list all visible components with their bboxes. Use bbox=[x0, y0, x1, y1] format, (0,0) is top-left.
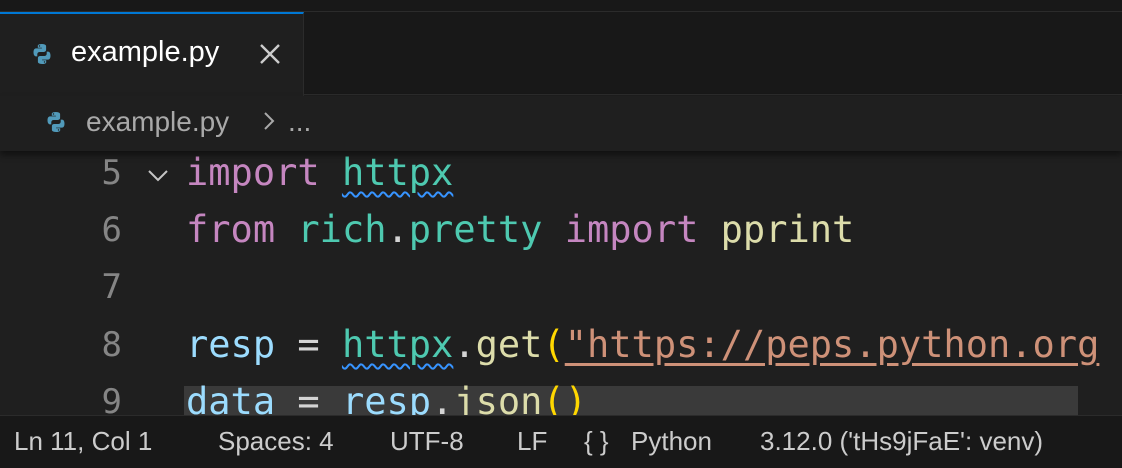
encoding[interactable]: UTF-8 bbox=[390, 426, 464, 457]
code-line[interactable]: 6 from rich.pretty import pprint bbox=[0, 208, 1122, 265]
line-number: 7 bbox=[101, 267, 122, 307]
code-text: from rich.pretty import pprint bbox=[186, 208, 855, 251]
breadcrumb: example.py ... bbox=[0, 96, 1122, 151]
code-line[interactable]: 9 data = resp.json() bbox=[0, 380, 1122, 415]
close-icon[interactable] bbox=[256, 40, 284, 68]
tab-example-py[interactable]: example.py bbox=[0, 12, 304, 96]
language-mode[interactable]: Python bbox=[631, 426, 712, 457]
python-icon bbox=[47, 112, 65, 132]
tab-label: example.py bbox=[71, 36, 220, 68]
breadcrumb-more[interactable]: ... bbox=[288, 106, 311, 138]
chevron-right-icon bbox=[264, 112, 275, 130]
line-number: 9 bbox=[101, 382, 122, 415]
language-icon[interactable]: { } bbox=[584, 426, 609, 457]
code-editor[interactable]: 5 import httpx 6 from rich.pretty import… bbox=[0, 151, 1122, 415]
status-bar: Ln 11, Col 1 Spaces: 4 UTF-8 LF { } Pyth… bbox=[0, 415, 1122, 468]
python-interpreter[interactable]: 3.12.0 ('tHs9jFaE': venv) bbox=[760, 426, 1043, 457]
tab-bar: example.py bbox=[0, 0, 1122, 96]
code-line[interactable]: 5 import httpx bbox=[0, 151, 1122, 208]
indentation[interactable]: Spaces: 4 bbox=[218, 426, 334, 457]
line-number: 8 bbox=[101, 325, 122, 365]
breadcrumb-file[interactable]: example.py bbox=[86, 106, 229, 138]
code-line[interactable]: 7 bbox=[0, 265, 1122, 322]
title-strip bbox=[0, 0, 1122, 12]
python-icon bbox=[33, 44, 51, 64]
cursor-position[interactable]: Ln 11, Col 1 bbox=[14, 426, 152, 457]
line-number: 6 bbox=[101, 210, 122, 250]
chevron-down-icon[interactable] bbox=[146, 167, 170, 185]
code-text: import httpx bbox=[186, 151, 454, 194]
line-number: 5 bbox=[101, 153, 122, 193]
line-ending[interactable]: LF bbox=[517, 426, 547, 457]
code-text: data = resp.json() bbox=[186, 380, 588, 415]
code-text: resp = httpx.get("https://peps.python.or… bbox=[186, 323, 1100, 366]
code-line[interactable]: 8 resp = httpx.get("https://peps.python.… bbox=[0, 323, 1122, 380]
